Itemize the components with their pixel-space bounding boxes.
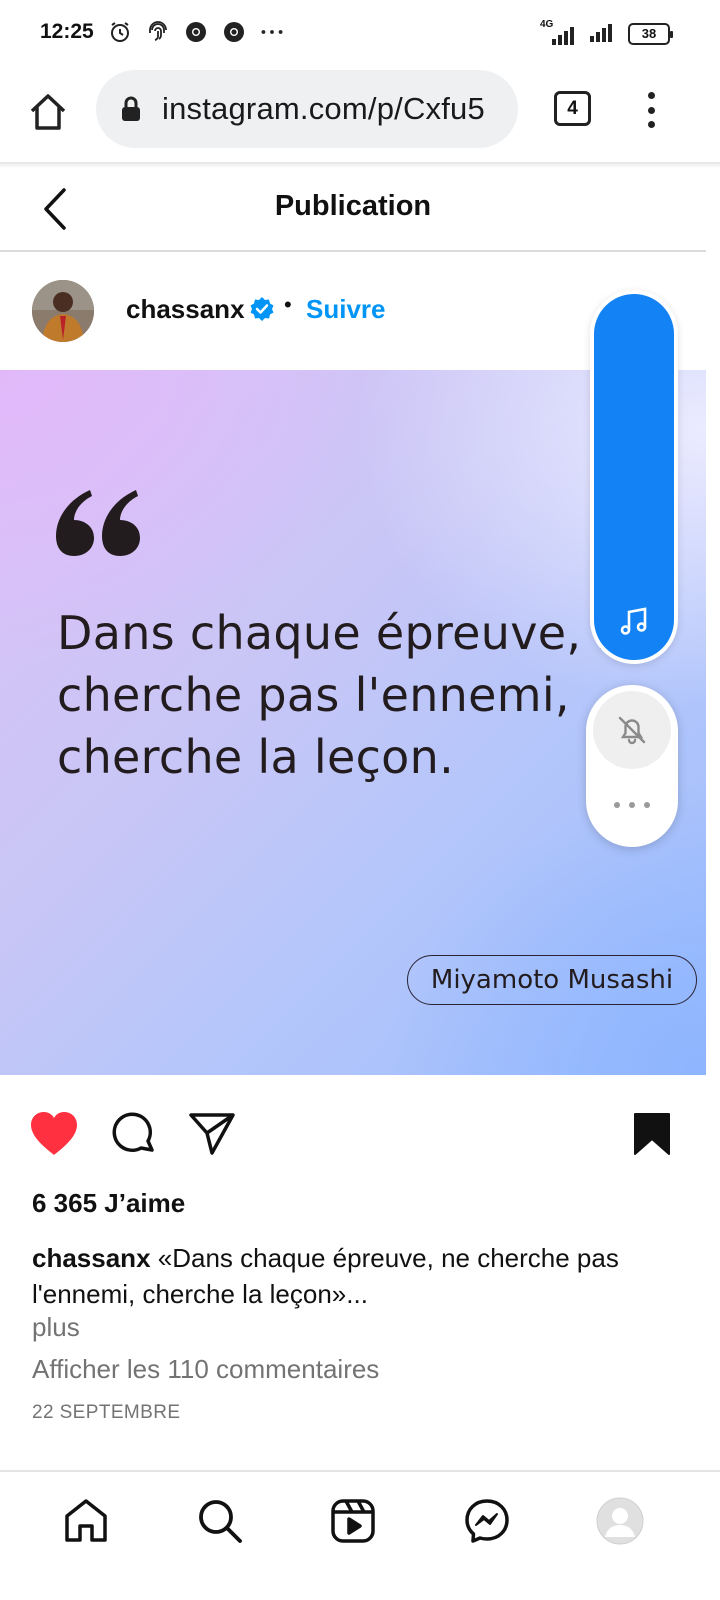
music-panel[interactable] (594, 294, 674, 660)
more-dot (629, 802, 635, 808)
battery-icon: 38 (628, 22, 673, 45)
home-button[interactable] (24, 88, 72, 136)
nav-search[interactable] (195, 1496, 245, 1546)
follow-button[interactable]: Suivre (306, 294, 386, 325)
caption-username[interactable]: chassanx (32, 1243, 151, 1273)
avatar[interactable] (32, 280, 94, 342)
nav-profile[interactable] (595, 1496, 645, 1546)
floating-music-widget[interactable] (590, 290, 678, 664)
floating-controls (586, 685, 678, 847)
chrome-icon (222, 20, 246, 44)
bottom-navigation (0, 1470, 720, 1600)
quote-author-label: Miyamoto Musashi (407, 955, 697, 1005)
more-options-button[interactable] (608, 793, 656, 817)
signal-icon (588, 18, 618, 49)
lock-icon (122, 96, 140, 121)
search-icon (199, 1500, 242, 1543)
like-count[interactable]: 6 365 J’aime (32, 1188, 185, 1219)
bookmark-filled-icon (634, 1113, 670, 1155)
share-button[interactable] (186, 1108, 238, 1160)
address-bar[interactable]: instagram.com/p/Cxfu5 (96, 70, 518, 148)
menu-dot (647, 92, 655, 99)
menu-dot (647, 106, 655, 114)
menu-dot (647, 121, 655, 128)
bell-off-icon (618, 716, 646, 745)
home-icon (30, 94, 66, 130)
more-dot (644, 802, 650, 808)
send-icon (189, 1113, 235, 1155)
quote-mark-icon (56, 490, 140, 556)
browser-toolbar: instagram.com/p/Cxfu5 4 (0, 66, 720, 164)
fingerprint-icon (146, 20, 170, 44)
chrome-icon (184, 20, 208, 44)
profile-avatar-icon (596, 1497, 644, 1545)
signal-icon: 4G (540, 19, 578, 47)
status-notification-icons (108, 20, 284, 44)
status-bar: 12:25 4G 38 (0, 0, 720, 66)
alarm-icon (108, 20, 132, 44)
like-button[interactable] (28, 1108, 80, 1160)
heart-filled-icon (31, 1112, 77, 1155)
view-comments-link[interactable]: Afficher les 110 commentaires (32, 1354, 379, 1385)
more-dots-icon (260, 20, 284, 44)
caption-more-link[interactable]: plus (32, 1312, 80, 1343)
nav-home[interactable] (61, 1496, 111, 1546)
post-caption: chassanx «Dans chaque épreuve, ne cherch… (32, 1240, 672, 1312)
separator-dot: • (284, 292, 292, 317)
status-system-icons: 4G 38 (540, 18, 673, 49)
url-text: instagram.com/p/Cxfu5 (162, 91, 485, 126)
browser-menu-button[interactable] (636, 88, 666, 132)
page-title: Publication (274, 190, 432, 222)
comment-button[interactable] (108, 1108, 160, 1160)
post-date: 22 SEPTEMBRE (32, 1402, 181, 1423)
nav-reels[interactable] (328, 1496, 378, 1546)
messenger-icon (465, 1499, 509, 1543)
music-note-icon (620, 607, 647, 635)
post-username[interactable]: chassanx (126, 294, 245, 325)
avatar-image (32, 280, 94, 342)
save-button[interactable] (626, 1108, 678, 1160)
more-dot (614, 802, 620, 808)
nav-messenger[interactable] (462, 1496, 512, 1546)
tab-switcher-button[interactable]: 4 (554, 91, 591, 126)
reels-icon (331, 1499, 375, 1543)
status-time: 12:25 (40, 20, 94, 43)
comment-icon (112, 1112, 154, 1152)
verified-badge-icon (250, 297, 274, 321)
page-header: Publication (0, 168, 706, 252)
mute-notifications-button[interactable] (593, 691, 671, 769)
post-actions (0, 1080, 706, 1190)
home-icon (65, 1499, 107, 1542)
